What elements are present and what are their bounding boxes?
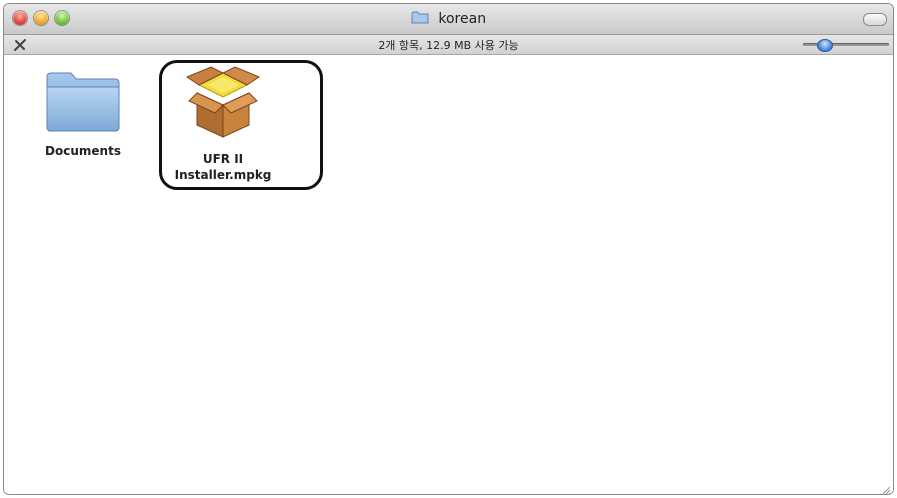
folder-content[interactable]: Documents UFR II Installer.mpkg	[4, 55, 893, 494]
slider-track[interactable]	[803, 43, 889, 46]
status-bar: 2개 항목, 12.9 MB 사용 가능	[4, 35, 893, 55]
window-title: korean	[4, 10, 893, 28]
file-item-installer[interactable]: UFR II Installer.mpkg	[168, 63, 278, 183]
title-bar[interactable]: korean	[4, 4, 893, 35]
status-text: 2개 항목, 12.9 MB 사용 가능	[378, 39, 519, 52]
icon-size-slider[interactable]	[803, 39, 889, 52]
folder-icon	[411, 10, 429, 28]
window-title-text: korean	[438, 11, 487, 27]
toolbar-toggle-button[interactable]	[863, 13, 887, 26]
package-icon[interactable]	[168, 63, 278, 147]
resize-grip-icon[interactable]	[879, 480, 891, 494]
file-item-label: UFR II Installer.mpkg	[168, 151, 278, 183]
file-item-label-line1: UFR II	[202, 152, 244, 166]
finder-window: korean 2개 항목, 12.9 MB 사용 가능 Documents UF…	[3, 3, 894, 495]
file-item-label-line2: Installer.mpkg	[174, 168, 272, 182]
file-item-documents[interactable]: Documents	[28, 69, 138, 159]
folder-icon[interactable]	[28, 69, 138, 139]
file-item-label: Documents	[45, 144, 121, 158]
slider-knob[interactable]	[817, 39, 833, 52]
